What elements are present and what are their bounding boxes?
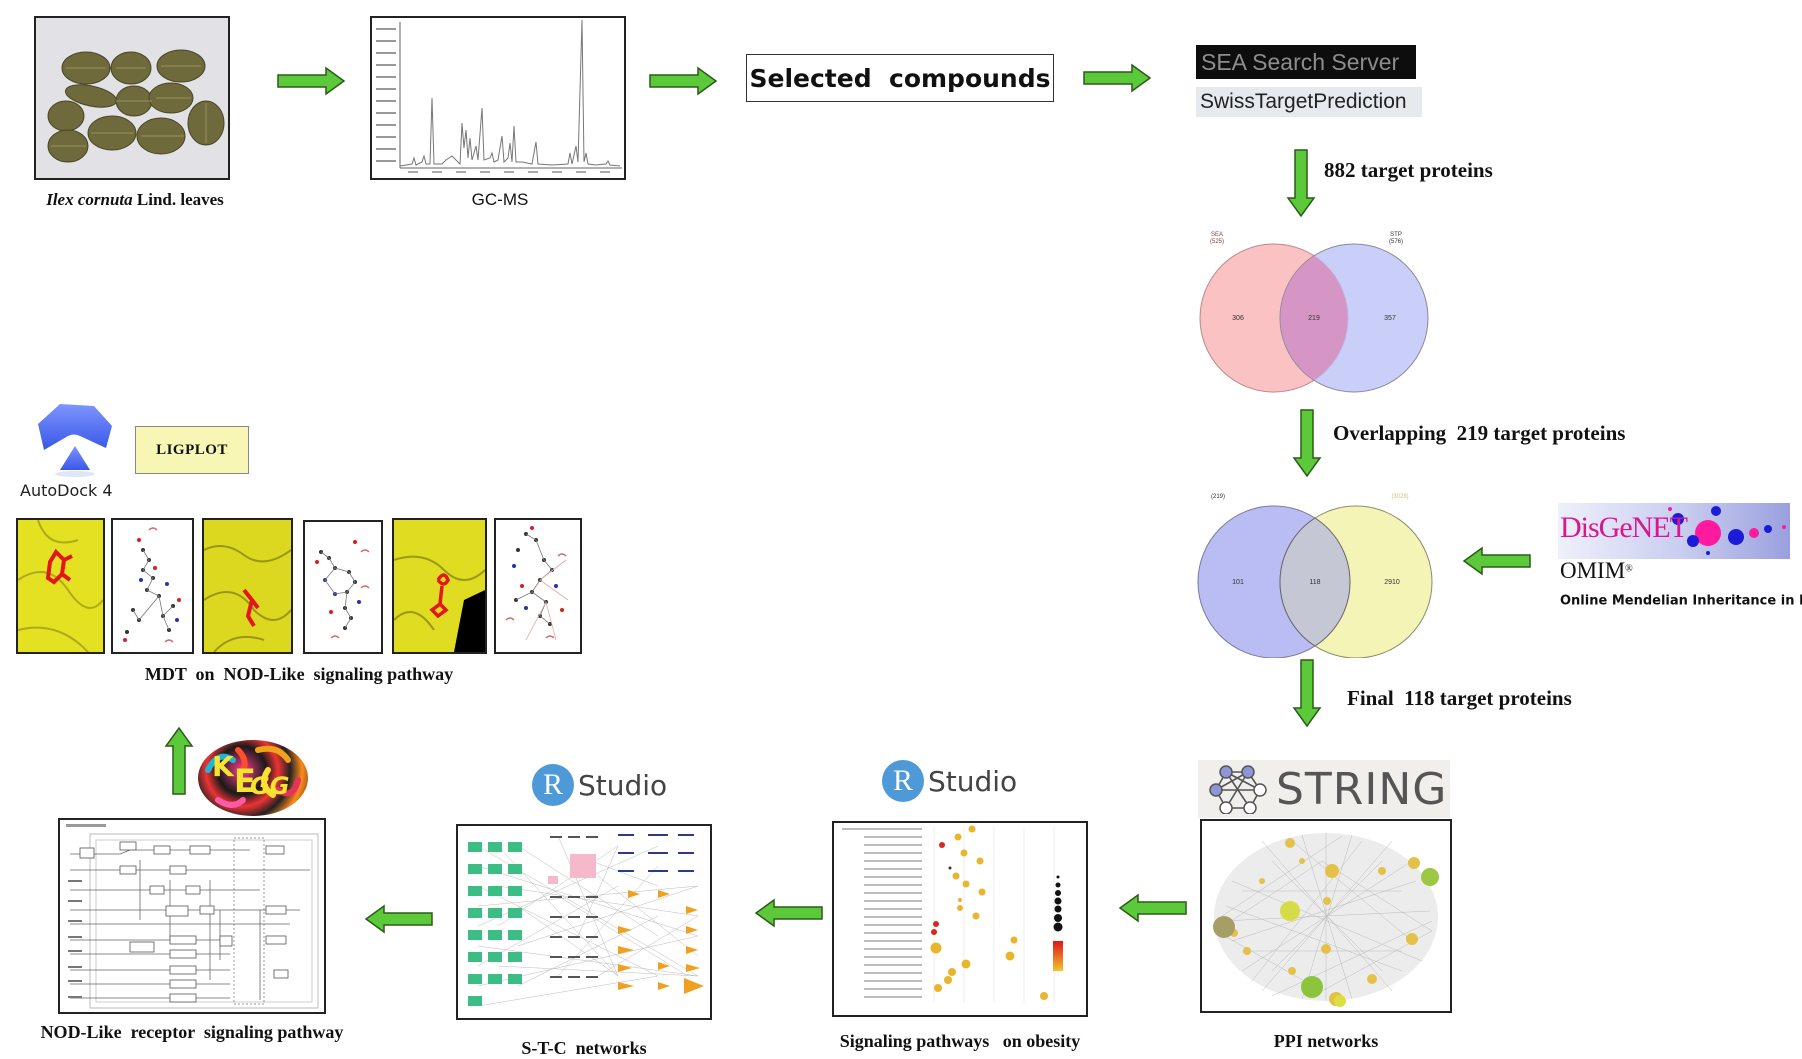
venn1-overlap: 219	[1308, 315, 1320, 322]
bubble-plot-color-legend	[1053, 941, 1063, 971]
ligplot-interaction-image	[505, 526, 569, 641]
rstudio-logo-text: Studio	[928, 764, 1018, 798]
ppi-network-graph	[1213, 833, 1439, 1007]
step-final-118: Final 118 target proteins	[1347, 686, 1572, 710]
ligplot-diagram-2	[303, 520, 383, 654]
arrow-left-icon	[1462, 546, 1531, 576]
arrow-down-icon	[1292, 409, 1322, 478]
step-overlapping-219: Overlapping 219 target proteins	[1333, 421, 1626, 445]
arrow-left-icon	[1118, 893, 1187, 923]
disgenet-logo-text: DisGeNET	[1560, 511, 1688, 544]
rstudio-r-letter: R	[892, 764, 913, 797]
plant-caption: Ilex cornuta Lind. leaves	[20, 190, 250, 210]
pathway-bubble-plot	[832, 821, 1088, 1017]
nod-like-pathway-caption: NOD-Like receptor signaling pathway	[40, 1022, 344, 1042]
rstudio-r-letter: R	[542, 768, 563, 801]
string-network-icon	[1209, 765, 1267, 814]
autodock-logo-icon	[38, 404, 112, 477]
plant-leaves-photo	[34, 16, 230, 180]
venn1-right-only: 357	[1384, 315, 1396, 322]
venn2-right-only: 2910	[1384, 579, 1400, 586]
string-logo-text: STRING	[1276, 763, 1448, 815]
venn2-right-total: (3028)	[1391, 494, 1408, 500]
ligplot-logo-text: LIGPLOT	[156, 441, 228, 458]
arrow-left-icon	[364, 904, 433, 934]
sea-search-server-logo: SEA Search Server	[1196, 45, 1416, 79]
plant-caption-rest: Lind. leaves	[132, 190, 224, 209]
kegg-letters-gg: GG	[250, 772, 290, 800]
ligplot-diagram-1	[111, 518, 194, 654]
plant-species-name: Ilex cornuta	[46, 190, 133, 209]
string-logo: STRING	[1198, 760, 1450, 818]
leaves-image	[36, 18, 228, 178]
rstudio-logo-text: Studio	[578, 768, 668, 802]
autodock-logo-text: AutoDock 4	[20, 481, 113, 500]
rstudio-r-icon: R	[882, 760, 924, 802]
omim-registered-mark: ®	[1625, 563, 1633, 575]
mdt-caption: MDT on NOD-Like signaling pathway	[144, 664, 454, 684]
sea-logo-text: SEA Search Server	[1201, 48, 1400, 75]
venn1-right-total: (576)	[1389, 239, 1403, 245]
venn1-right-label: STP	[1390, 232, 1402, 238]
ligplot-interaction-image	[123, 527, 181, 643]
omim-full-name: Online Mendelian Inheritance in Man®	[1560, 592, 1802, 608]
pathway-map-diagram	[66, 824, 319, 1009]
protein-surface-image	[18, 520, 103, 652]
ppi-network-image	[1200, 819, 1452, 1013]
arrow-left-icon	[754, 898, 823, 928]
venn2-left-total: (219)	[1211, 494, 1225, 500]
arrow-right-icon	[1083, 63, 1152, 93]
venn-diagram-targets-disease: (219) (3028) 101 118 2910	[1197, 494, 1433, 658]
ligplot-interaction-image	[315, 540, 370, 639]
docking-surface-2	[202, 518, 293, 654]
arrow-right-icon	[277, 66, 346, 96]
kegg-logo: K E GG	[198, 740, 308, 816]
rstudio-r-icon: R	[532, 764, 574, 806]
venn-diagram-sea-stp: SEA (525) STP (576) 306 219 357	[1199, 232, 1429, 393]
swisstargetprediction-logo: SwissTargetPrediction	[1196, 87, 1422, 117]
stc-network-graph	[468, 834, 704, 1007]
omim-logo-text: OMIM	[1560, 558, 1626, 583]
rstudio-logo: R Studio	[532, 764, 667, 806]
step-882-target-proteins: 882 target proteins	[1324, 158, 1493, 182]
bubble-plot-graphic	[842, 825, 1063, 1003]
arrow-up-icon	[164, 726, 194, 795]
arrow-down-icon	[1292, 659, 1322, 728]
rstudio-logo: R Studio	[882, 760, 1017, 802]
arrow-down-icon	[1286, 149, 1316, 218]
gcms-chromatogram	[370, 16, 626, 180]
venn2-overlap: 118	[1309, 579, 1320, 586]
stc-network-image	[456, 824, 712, 1020]
arrow-right-icon	[649, 66, 718, 96]
docking-surface-3	[392, 518, 487, 654]
disgenet-logo: DisGeNET	[1558, 503, 1790, 559]
selected-compounds-label: Selected compounds	[749, 63, 1051, 93]
ligplot-logo: LIGPLOT	[135, 426, 249, 474]
kegg-letter-k: K	[212, 750, 234, 783]
venn1-left-only: 306	[1232, 315, 1244, 322]
omim-logo: OMIM®	[1560, 558, 1633, 584]
stc-networks-caption: S-T-C networks	[521, 1038, 647, 1058]
venn1-left-label: SEA	[1211, 232, 1223, 238]
stp-logo-text: SwissTargetPrediction	[1200, 90, 1407, 113]
venn2-left-only: 101	[1232, 579, 1244, 586]
ligplot-diagram-3	[494, 518, 582, 654]
protein-surface-image	[394, 520, 485, 652]
omim-full-name-text: Online Mendelian Inheritance in Man	[1560, 593, 1802, 609]
signaling-pathways-caption: Signaling pathways on obesity	[839, 1031, 1081, 1051]
selected-compounds-box: Selected compounds	[746, 54, 1054, 102]
venn1-left-total: (525)	[1210, 239, 1224, 245]
kegg-pathway-map	[58, 818, 326, 1014]
protein-surface-image	[204, 520, 291, 652]
gcms-caption: GC-MS	[471, 190, 529, 209]
ppi-networks-caption: PPI networks	[1273, 1031, 1379, 1051]
docking-surface-1	[16, 518, 105, 654]
chromatogram-plot	[376, 19, 622, 173]
